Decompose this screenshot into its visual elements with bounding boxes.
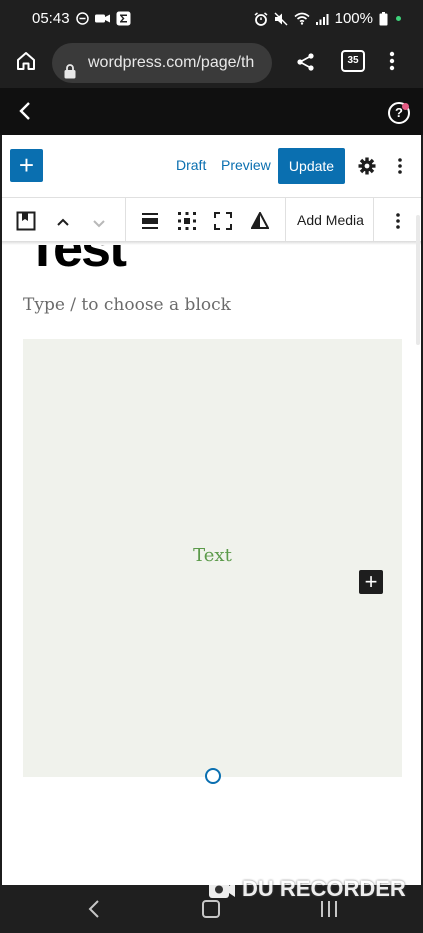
status-green-dot [396,16,401,21]
toolbar-divider [285,198,286,242]
recorder-watermark: DU RECORDER [208,876,406,902]
notification-dot [402,103,409,110]
video-camera-icon [95,14,110,23]
back-arrow-icon[interactable] [18,101,32,126]
home-icon[interactable] [15,50,37,77]
toolbar-shadow [2,241,421,245]
share-icon[interactable] [296,52,316,77]
status-time: 05:43 [32,10,70,27]
lock-icon [64,55,76,83]
browser-menu-icon[interactable] [388,50,396,77]
url-text: wordpress.com/page/th [88,54,255,71]
block-inserter-button[interactable]: + [359,570,383,594]
phone-screen: 05:43 100% wordpress.com/page/th 35 ? + … [0,0,423,933]
alarm-icon [254,11,268,26]
content-position-icon[interactable] [178,212,196,235]
preview-button[interactable]: Preview [221,157,271,173]
status-right-icons: 100% [254,10,401,27]
add-block-button[interactable]: + [10,149,43,182]
block-editor: + Draft Preview Update Test Add Media Ty… [2,135,421,885]
scrollbar[interactable] [416,215,420,345]
nav-recents-icon[interactable] [320,900,338,923]
app-header: ? [0,88,423,135]
nav-back-icon[interactable] [88,900,100,923]
recorder-watermark-text: DU RECORDER [242,876,406,901]
signal-icon [315,13,329,25]
cover-text[interactable]: Text [23,545,402,566]
settings-gear-icon[interactable] [358,157,376,180]
url-bar[interactable]: wordpress.com/page/th [52,43,272,83]
tab-switcher-button[interactable]: 35 [341,50,365,72]
nav-home-icon[interactable] [202,900,220,918]
block-toolbar: Add Media [2,197,421,243]
wifi-icon [294,12,310,25]
browser-toolbar: wordpress.com/page/th 35 [0,38,423,88]
add-media-button[interactable]: Add Media [297,212,364,228]
battery-icon [379,11,388,25]
status-bar: 05:43 100% [0,0,423,38]
mute-icon [274,12,288,25]
toolbar-divider [373,198,374,242]
cover-block-icon[interactable] [16,211,36,236]
duotone-icon[interactable] [250,210,270,235]
move-up-icon[interactable] [56,214,70,232]
cover-block[interactable]: Text + [23,339,402,784]
sigma-app-icon [116,11,131,26]
editor-options-icon[interactable] [397,157,403,180]
dnd-icon [76,12,89,25]
block-options-icon[interactable] [395,212,401,235]
toolbar-divider [125,198,126,242]
recorder-camera-icon [209,881,235,898]
status-left-icons [76,11,131,26]
full-height-icon[interactable] [214,212,232,235]
move-down-icon[interactable] [92,216,106,234]
resize-handle[interactable] [205,768,221,784]
save-draft-button[interactable]: Draft [176,157,206,173]
align-icon[interactable] [142,213,158,234]
battery-percent: 100% [334,10,373,27]
block-placeholder[interactable]: Type / to choose a block [23,295,231,315]
update-button[interactable]: Update [278,148,345,184]
